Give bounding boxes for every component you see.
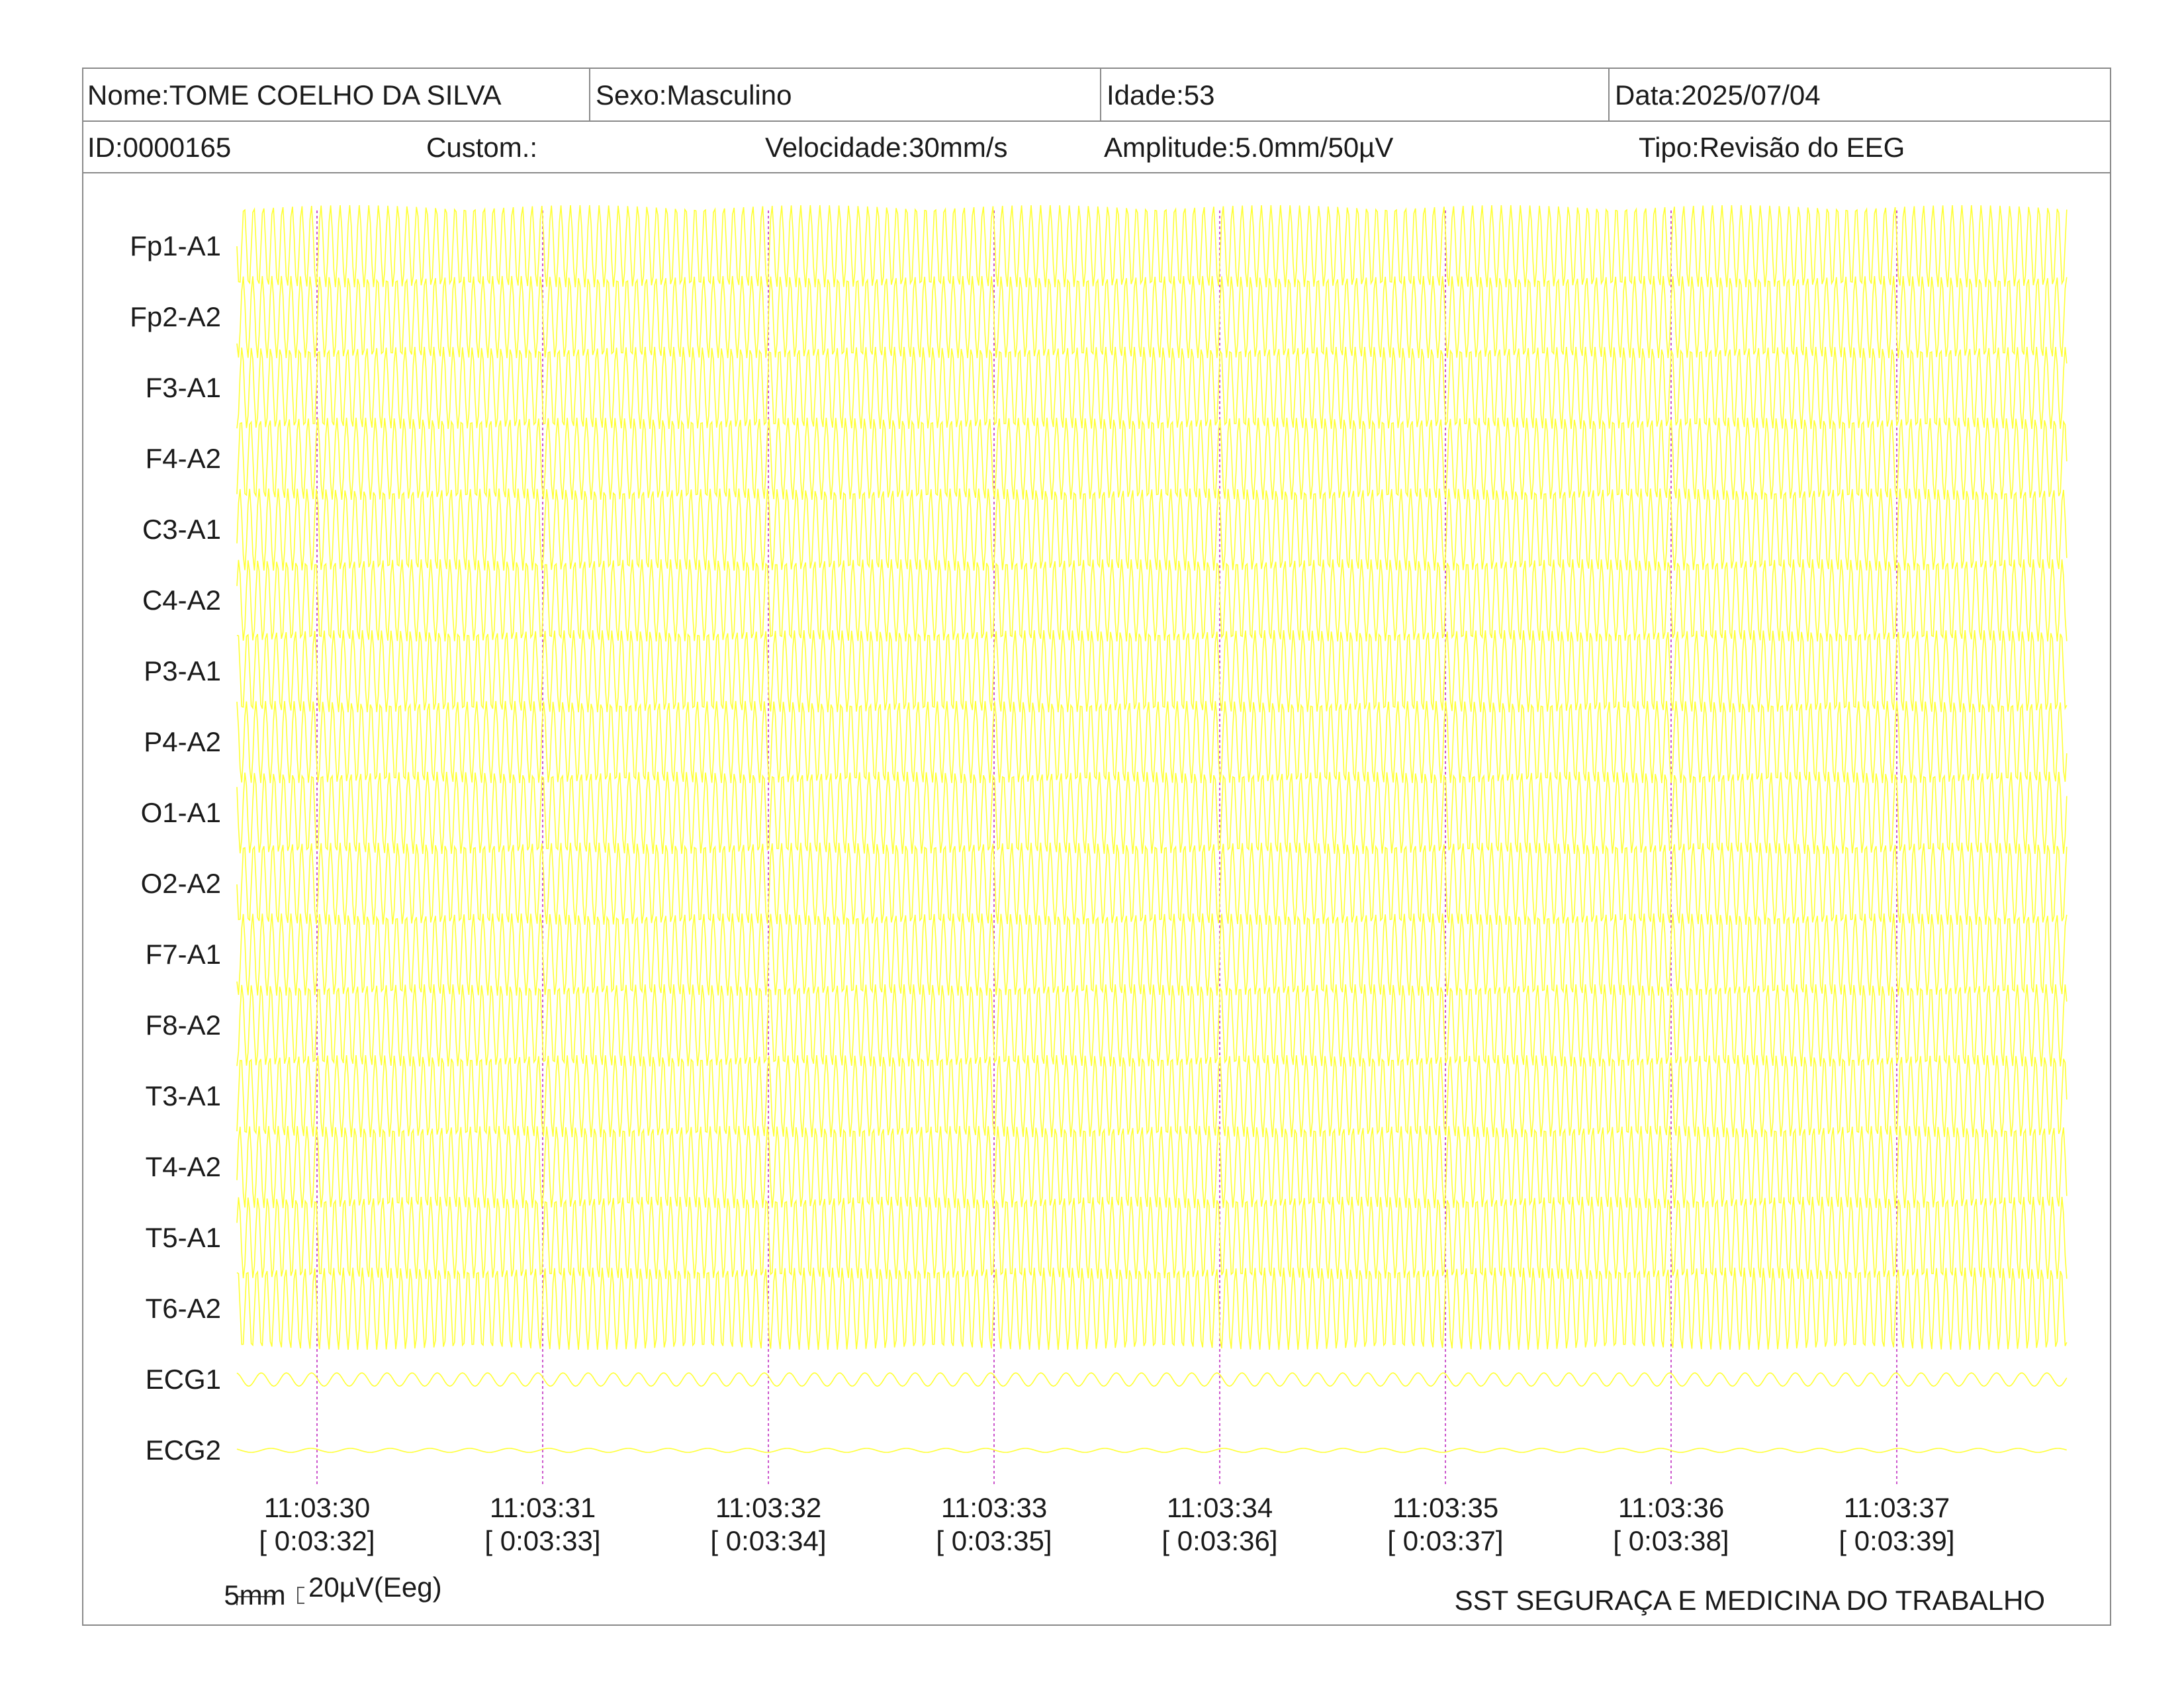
trace-t5-a1: [236, 1196, 2068, 1280]
tick-time-label: 11:03:37: [1844, 1492, 1950, 1523]
tick-elapsed-label: [ 0:03:35]: [936, 1525, 1052, 1556]
channel-label: T4-A2: [146, 1151, 221, 1182]
trace-o1-a1: [236, 771, 2068, 855]
channel-label: F8-A2: [146, 1009, 221, 1041]
tick-time-label: 11:03:33: [941, 1492, 1047, 1523]
channel-label: C3-A1: [142, 514, 221, 545]
time-scale-label: 5mm: [224, 1579, 285, 1611]
tick-elapsed-label: [ 0:03:39]: [1839, 1525, 1954, 1556]
tick-time-label: 11:03:31: [490, 1492, 596, 1523]
tick-elapsed-label: [ 0:03:38]: [1613, 1525, 1729, 1556]
tick-time-label: 11:03:30: [264, 1492, 370, 1523]
tick-elapsed-label: [ 0:03:36]: [1161, 1525, 1277, 1556]
clinic-footer: SST SEGURAÇA E MEDICINA DO TRABALHO: [1455, 1585, 2045, 1616]
eeg-traces: [236, 205, 2068, 1453]
trace-fp1-a1: [236, 205, 2068, 288]
channel-label: P3-A1: [144, 655, 221, 686]
channel-label: P4-A2: [144, 726, 221, 757]
trace-c4-a2: [236, 559, 2068, 642]
tick-time-label: 11:03:36: [1618, 1492, 1724, 1523]
amp-scale-label: 20µV(Eeg): [308, 1571, 442, 1603]
trace-c3-a1: [236, 488, 2068, 571]
tick-time-label: 11:03:32: [715, 1492, 821, 1523]
trace-t3-a1: [236, 1055, 2068, 1138]
channel-label: T6-A2: [146, 1293, 221, 1324]
channel-label: ECG1: [146, 1364, 221, 1395]
channel-label: F4-A2: [146, 443, 221, 474]
trace-f3-a1: [236, 346, 2068, 430]
eeg-chart: Fp1-A1 Fp2-A2 F3-A1 F4-A2 C3-A1 C4-A2 P3-A1 P4-…: [130, 205, 2068, 1616]
tick-time-label: 11:03:34: [1167, 1492, 1273, 1523]
tick-elapsed-label: [ 0:03:32]: [259, 1525, 375, 1556]
time-axis-labels: 11:03:30[ 0:03:32] 11:03:31[ 0:03:33] 11:0…: [259, 1492, 1954, 1556]
channel-label: Fp1-A1: [130, 230, 221, 261]
trace-f4-a2: [236, 417, 2068, 500]
trace-ecg2: [236, 1448, 2068, 1453]
tick-elapsed-label: [ 0:03:37]: [1387, 1525, 1503, 1556]
channel-label: C4-A2: [142, 585, 221, 616]
trace-fp2-a2: [236, 275, 2068, 359]
trace-t4-a2: [236, 1125, 2068, 1209]
channel-label: Fp2-A2: [130, 301, 221, 332]
trace-p4-a2: [236, 700, 2068, 784]
tick-elapsed-label: [ 0:03:34]: [710, 1525, 826, 1556]
channel-label: O2-A2: [141, 868, 221, 899]
tick-elapsed-label: [ 0:03:33]: [484, 1525, 600, 1556]
trace-p3-a1: [236, 630, 2068, 713]
trace-f8-a2: [236, 984, 2068, 1067]
channel-label: F3-A1: [146, 372, 221, 403]
channel-labels: Fp1-A1 Fp2-A2 F3-A1 F4-A2 C3-A1 C4-A2 P3-A1 P4-…: [130, 230, 221, 1466]
trace-f7-a1: [236, 913, 2068, 996]
trace-o2-a2: [236, 842, 2068, 925]
trace-ecg1: [236, 1372, 2068, 1387]
channel-label: T5-A1: [146, 1222, 221, 1253]
channel-label: O1-A1: [141, 797, 221, 828]
channel-label: F7-A1: [146, 939, 221, 970]
tick-time-label: 11:03:35: [1392, 1492, 1498, 1523]
scale-bar: 5mm 20µV(Eeg): [224, 1571, 441, 1611]
trace-t6-a2: [236, 1267, 2068, 1350]
channel-label: ECG2: [146, 1434, 221, 1466]
channel-label: T3-A1: [146, 1080, 221, 1111]
amp-scale-bracket: [297, 1587, 304, 1604]
